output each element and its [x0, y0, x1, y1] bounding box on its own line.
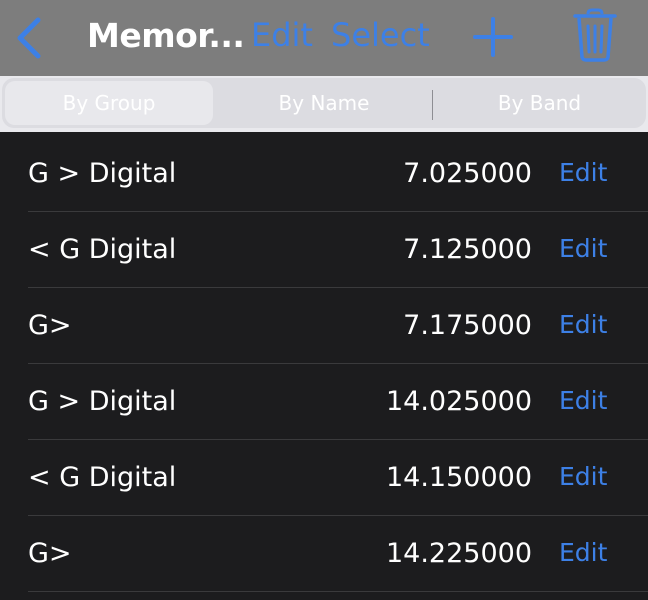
list-item[interactable]: G> 7.175000 Edit	[0, 288, 648, 364]
list-item[interactable]: G> 14.225000 Edit	[0, 516, 648, 592]
chevron-left-icon[interactable]	[14, 14, 44, 62]
segmented-control-container: By Group By Name By Band	[0, 76, 648, 132]
memory-name: G > Digital	[28, 158, 177, 189]
segment-by-group[interactable]: By Group	[5, 81, 213, 125]
page-title: Memor...	[87, 16, 245, 55]
memory-name: G>	[28, 310, 72, 341]
memory-name: G > Digital	[28, 386, 177, 417]
select-button[interactable]: Select	[331, 16, 430, 54]
memory-list: G > Digital 7.025000 Edit < G Digital 7.…	[0, 136, 648, 592]
memory-frequency: 7.025000	[403, 158, 532, 189]
memory-edit-button[interactable]: Edit	[559, 462, 607, 491]
memory-frequency: 14.225000	[385, 538, 532, 569]
segment-by-band[interactable]: By Band	[433, 78, 646, 128]
list-item[interactable]: G > Digital 7.025000 Edit	[0, 136, 648, 212]
edit-button[interactable]: Edit	[251, 16, 313, 54]
memory-frequency: 14.025000	[385, 386, 532, 417]
segmented-control: By Group By Name By Band	[2, 78, 646, 128]
memory-edit-button[interactable]: Edit	[559, 158, 607, 187]
plus-icon[interactable]	[472, 16, 514, 58]
memory-edit-button[interactable]: Edit	[559, 234, 607, 263]
list-item[interactable]: G > Digital 14.025000 Edit	[0, 364, 648, 440]
memory-frequency: 14.150000	[385, 462, 532, 493]
memory-frequency: 7.125000	[403, 234, 532, 265]
memory-edit-button[interactable]: Edit	[559, 310, 607, 339]
segment-by-name[interactable]: By Name	[216, 78, 432, 128]
memory-edit-button[interactable]: Edit	[559, 386, 607, 415]
memory-name: < G Digital	[28, 462, 177, 493]
memory-edit-button[interactable]: Edit	[559, 538, 607, 567]
list-item[interactable]: < G Digital 7.125000 Edit	[0, 212, 648, 288]
memory-name: < G Digital	[28, 234, 177, 265]
memory-frequency: 7.175000	[403, 310, 532, 341]
navigation-bar: Memor... Edit Select	[0, 0, 648, 76]
memory-name: G>	[28, 538, 72, 569]
list-item[interactable]: < G Digital 14.150000 Edit	[0, 440, 648, 516]
trash-icon[interactable]	[573, 8, 617, 62]
